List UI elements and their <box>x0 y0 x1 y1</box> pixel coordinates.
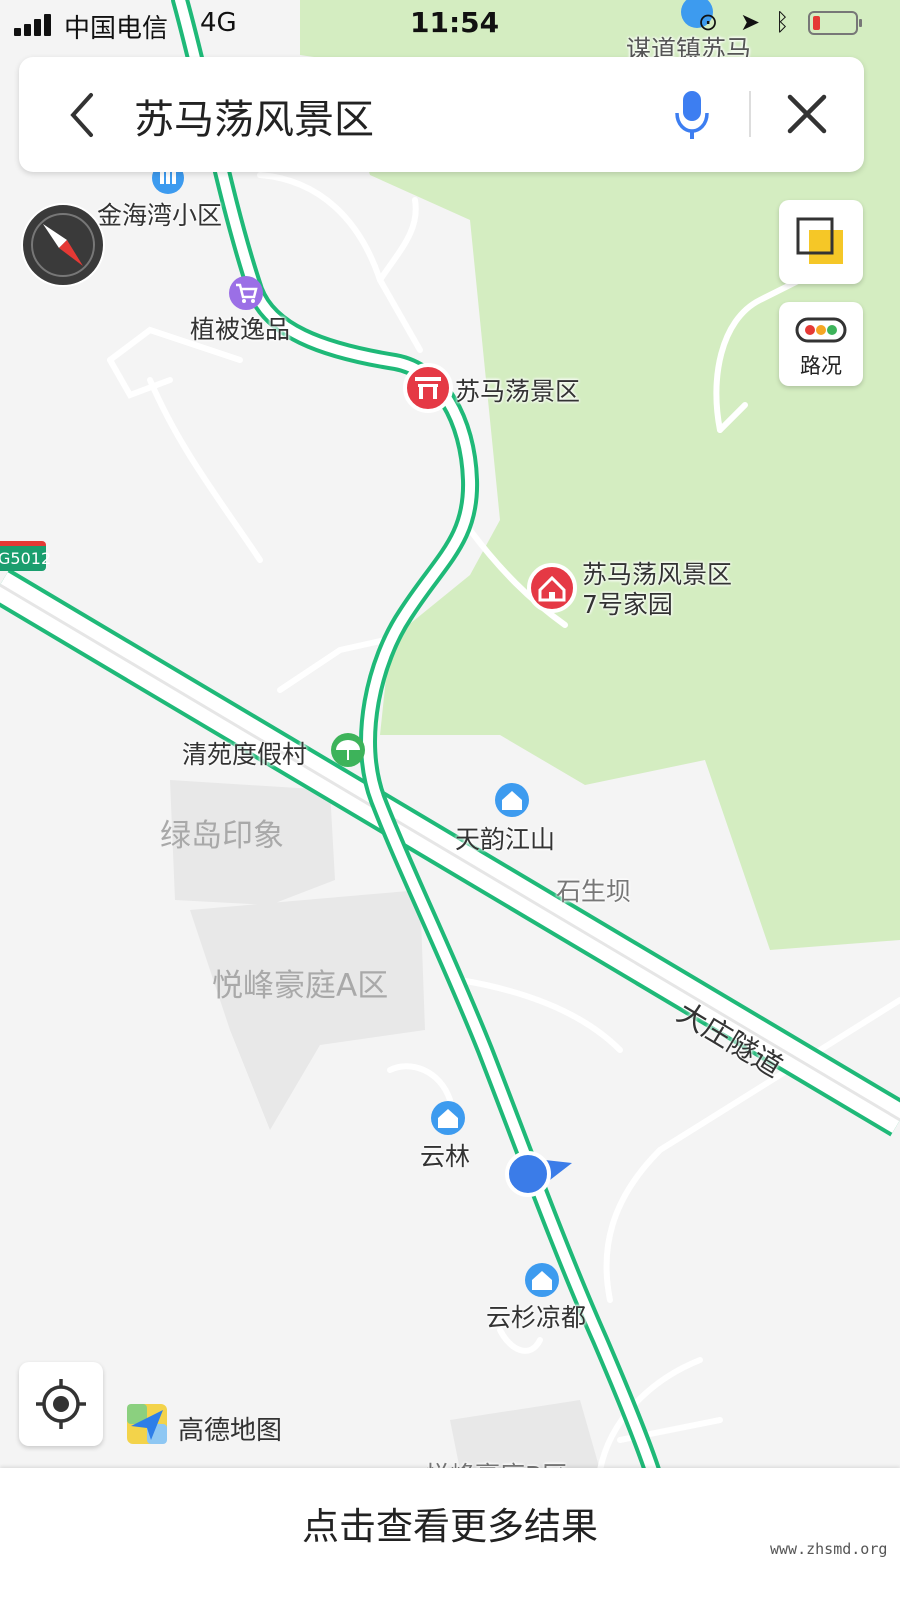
bluetooth-icon: ᛒ <box>775 8 790 36</box>
location-arrow-icon: ➤ <box>740 8 761 36</box>
clock: 11:54 <box>410 6 500 39</box>
route-badge-g5012: G5012 <box>0 541 51 571</box>
poi-label-yunshan[interactable]: 云杉凉都 <box>486 1298 586 1334</box>
home-marker-icon <box>527 563 577 613</box>
residence-icon-yunlin <box>431 1101 465 1135</box>
traffic-light-icon <box>795 317 847 343</box>
amap-logo-icon <box>127 1404 167 1444</box>
close-icon[interactable] <box>782 89 832 139</box>
poi-label-qingyuan[interactable]: 清苑度假村 <box>182 735 307 771</box>
scenic-gate-icon <box>403 363 453 413</box>
more-results-bar[interactable]: 点击查看更多结果 <box>0 1468 900 1600</box>
place-label-shishengba: 石生坝 <box>556 877 632 906</box>
poi-label-jinhaiwan[interactable]: 金海湾小区 <box>97 196 222 232</box>
poi-label-yunlin[interactable]: 云林 <box>420 1137 470 1173</box>
search-divider <box>749 91 751 137</box>
shopping-cart-icon <box>229 276 263 310</box>
watermark: www.zhsmd.org <box>770 1540 888 1558</box>
residence-icon-tianyun <box>495 783 529 817</box>
poi-label-scenic-area[interactable]: 苏马荡景区 <box>455 372 580 408</box>
poi-label-tianyun[interactable]: 天韵江山 <box>455 820 555 856</box>
area-label-lvdao: 绿岛印象 <box>160 818 284 854</box>
back-arrow-icon[interactable] <box>59 87 109 142</box>
layers-icon <box>796 217 843 264</box>
more-results-label[interactable]: 点击查看更多结果 <box>0 1496 900 1550</box>
network-type: 4G <box>200 8 237 38</box>
signal-icon <box>14 14 56 36</box>
traffic-button[interactable]: 路况 <box>779 302 863 386</box>
search-query[interactable]: 苏马荡风景区 <box>134 87 374 145</box>
orientation-lock-icon: ⊙ <box>698 8 719 36</box>
carrier-name: 中国电信 <box>64 14 169 44</box>
traffic-label: 路况 <box>800 354 842 378</box>
compass-button[interactable] <box>20 202 106 288</box>
map-canvas[interactable] <box>0 0 900 1600</box>
microphone-icon[interactable] <box>669 87 715 143</box>
poi-label-home7[interactable]: 苏马荡风景区7号家园 <box>582 560 732 620</box>
umbrella-icon <box>331 733 365 767</box>
status-bar: 中国电信 4G 11:54 ⊙ ➤ ᛒ <box>0 0 900 50</box>
area-label-yuefeng-a: 悦峰豪庭A区 <box>212 968 389 1004</box>
layers-button[interactable] <box>779 200 863 284</box>
residence-icon-yunshan <box>525 1263 559 1297</box>
search-bar[interactable]: 苏马荡风景区 <box>19 57 864 172</box>
poi-label-yuefeng-b[interactable]: 悦峰豪庭B区 <box>425 1456 567 1468</box>
crosshair-icon <box>36 1379 86 1429</box>
battery-icon <box>808 11 862 35</box>
poi-label-zhibei[interactable]: 植被逸品 <box>190 310 290 346</box>
brand-name: 高德地图 <box>178 1416 283 1446</box>
locate-me-button[interactable] <box>19 1362 103 1446</box>
